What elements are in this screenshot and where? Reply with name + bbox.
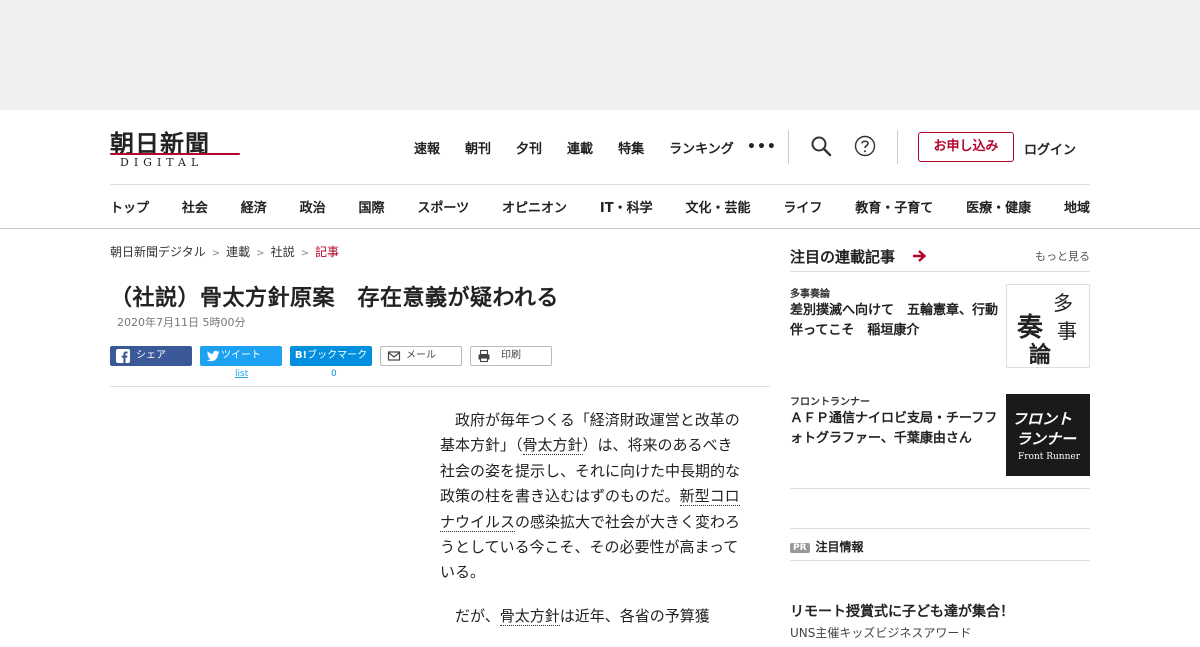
ad-banner-area [0,0,1200,110]
nav-ranking[interactable]: ランキング [669,138,734,157]
cat-kokusai[interactable]: 国際 [359,197,385,216]
thumb-text: フロント [1012,410,1073,428]
hatena-bookmark-button[interactable]: B!ブックマーク [290,346,372,366]
site-logo[interactable]: 朝日新聞 DIGITAL [110,124,240,169]
breadcrumb-current: 記事 [314,245,339,259]
rail-rule [790,271,1090,272]
site-header: 朝日新聞 DIGITAL 速報 朝刊 夕刊 連載 特集 ランキング ••• お申… [0,110,1200,229]
header-divider [897,130,898,164]
breadcrumb-home[interactable]: 朝日新聞デジタル [110,245,206,259]
arrow-right-icon [913,250,927,262]
pr-badge: PR [790,543,810,553]
text-run: だが、 [455,606,500,625]
article-body: 政府が毎年つくる「経済財政運営と改革の基本方針」（骨太方針）は、将来のあるべき社… [440,408,746,647]
pr-item-subtitle[interactable]: UNS主催キッズビジネスアワード [790,624,971,641]
header-rule [110,184,1090,185]
cat-opinion[interactable]: オピニオン [502,197,567,216]
text-run: は近年、各省の予算獲 [559,606,710,625]
print-button[interactable]: 印刷 [470,346,552,366]
bookmark-count[interactable]: 0 [331,369,337,379]
keyword-link-honebuto[interactable]: 骨太方針 [522,436,583,456]
article-paragraph: だが、骨太方針は近年、各省の予算獲 [440,604,746,629]
search-icon[interactable] [809,134,833,158]
help-icon[interactable] [853,134,877,158]
thumb-char: 多 [1053,291,1073,315]
rail-item-category[interactable]: フロントランナー [790,393,870,408]
frontrunner-thumbnail[interactable]: フロント ランナー Front Runner [1006,394,1090,476]
cat-education[interactable]: 教育・子育て [855,197,933,216]
facebook-share-button[interactable]: シェア [110,346,192,366]
cat-seiji[interactable]: 政治 [300,197,326,216]
breadcrumb-rensai[interactable]: 連載 [226,245,250,259]
signup-button[interactable]: お申し込み [918,132,1014,162]
article-paragraph: 政府が毎年つくる「経済財政運営と改革の基本方針」（骨太方針）は、将来のあるべき社… [440,408,746,586]
nav-sokuho[interactable]: 速報 [414,138,440,157]
tajisoron-thumbnail[interactable]: 多 事 奏 論 [1006,284,1090,368]
rail-more-link[interactable]: もっと見る [1035,248,1090,264]
article-rule [110,386,770,387]
twitter-tweet-label: ツイート [221,350,261,361]
pr-item-title[interactable]: リモート授賞式に子ども達が集合！ [790,601,1014,621]
rail-item-category[interactable]: 多事奏論 [790,285,830,300]
cat-keizai[interactable]: 経済 [241,197,267,216]
pr-heading: PR 注目情報 [790,538,864,555]
pr-heading-label: 注目情報 [815,540,864,554]
print-label: 印刷 [501,350,521,361]
thumb-char: 事 [1057,319,1077,343]
thumb-text: Front Runner [1018,452,1081,462]
cat-medical[interactable]: 医療・健康 [966,197,1031,216]
nav-tokushu[interactable]: 特集 [618,138,644,157]
rail-rule [790,560,1090,561]
thumb-text: ランナー [1016,430,1077,448]
rail-rule [790,488,1090,489]
breadcrumb-separator: > [211,248,221,259]
thumb-char: 論 [1029,342,1052,368]
keyword-link-honebuto[interactable]: 骨太方針 [499,606,560,626]
hatena-bookmark-text: ブックマーク [307,350,368,361]
logo-en-text: DIGITAL [120,156,204,169]
article-date: 2020年7月11日 5時00分 [117,316,246,329]
cat-it-science[interactable]: IT・科学 [600,197,653,216]
mail-share-label: メール [406,350,436,361]
hatena-icon: B! [294,350,308,361]
breadcrumb-separator: > [300,248,309,259]
cat-life[interactable]: ライフ [783,197,822,216]
cat-local[interactable]: 地域 [1064,197,1090,216]
tweet-count[interactable]: list [235,369,248,379]
cat-culture[interactable]: 文化・芸能 [685,197,750,216]
category-nav: トップ 社会 経済 政治 国際 スポーツ オピニオン IT・科学 文化・芸能 ラ… [110,197,1090,216]
breadcrumb: 朝日新聞デジタル > 連載 > 社説 > 記事 [110,243,339,260]
rail-heading[interactable]: 注目の連載記事 [790,246,895,267]
rail-rule [790,528,1090,529]
login-link[interactable]: ログイン [1024,139,1076,158]
nav-rensai[interactable]: 連載 [567,138,593,157]
hatena-bookmark-label: B!ブックマーク [290,346,372,366]
logo-underline [110,153,240,155]
nav-choukan[interactable]: 朝刊 [465,138,491,157]
more-menu-icon[interactable]: ••• [747,139,777,155]
mail-share-button[interactable]: メール [380,346,462,366]
rail-item-title[interactable]: ＡＦＰ通信ナイロビ支局・チーフフォトグラファー、千葉康由さん [790,409,1000,449]
cat-shakai[interactable]: 社会 [182,197,208,216]
header-divider [788,130,789,164]
facebook-share-label: シェア [136,350,166,361]
breadcrumb-separator: > [256,248,265,259]
cat-sports[interactable]: スポーツ [417,197,469,216]
rail-item-title[interactable]: 差別撲滅へ向けて 五輪憲章、行動伴ってこそ 稲垣康介 [790,301,1000,341]
nav-yuukan[interactable]: 夕刊 [516,138,542,157]
breadcrumb-shasetsu[interactable]: 社説 [271,245,295,259]
cat-top[interactable]: トップ [110,197,149,216]
top-nav: 速報 朝刊 夕刊 連載 特集 ランキング [414,138,759,157]
article-title: （社説）骨太方針原案 存在意義が疑われる [110,286,559,311]
twitter-tweet-button[interactable]: ツイート [200,346,282,366]
